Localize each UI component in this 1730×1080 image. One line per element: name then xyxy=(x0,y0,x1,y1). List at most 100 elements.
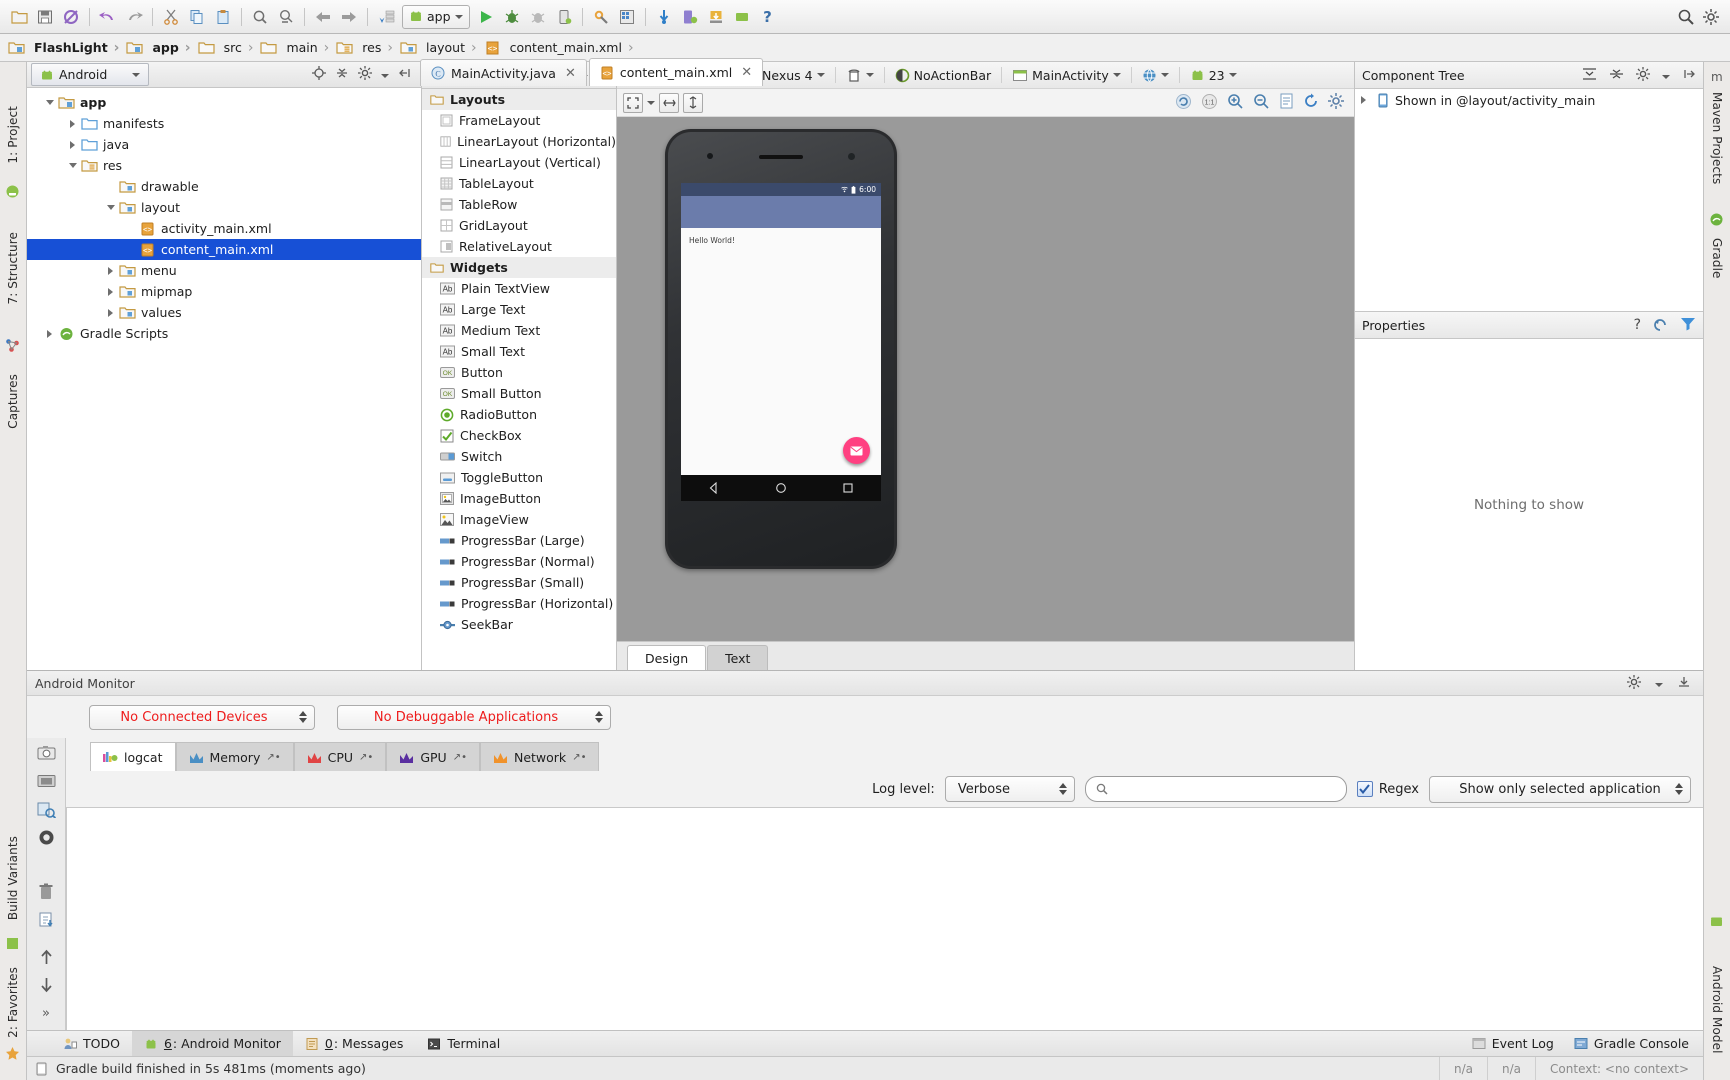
screen-record-icon[interactable] xyxy=(36,772,56,790)
attach-debugger-icon[interactable] xyxy=(525,5,551,29)
settings-gear-icon[interactable] xyxy=(1698,5,1724,29)
open-folder-icon[interactable] xyxy=(6,5,32,29)
palette-item-seekbar[interactable]: SeekBar xyxy=(422,614,616,635)
close-icon[interactable]: ✕ xyxy=(565,66,576,81)
device-screen[interactable]: 6:00 Hello World! xyxy=(681,183,881,501)
palette-item-progressbar-horizontal[interactable]: ProgressBar (Horizontal) xyxy=(422,593,616,614)
bottom-tab-messages[interactable]: 0 : Messages xyxy=(293,1031,415,1056)
search-everywhere-icon[interactable] xyxy=(1672,5,1698,29)
device-selector-combo[interactable]: No Connected Devices xyxy=(89,705,315,730)
hide-panel-icon[interactable] xyxy=(398,66,412,83)
hide-panel-icon[interactable] xyxy=(1682,67,1696,84)
fit-height-button[interactable] xyxy=(683,93,703,113)
help-button[interactable]: ? xyxy=(755,5,781,29)
tab-network[interactable]: Network ↗• xyxy=(480,742,599,771)
sidebar-item-build-variants[interactable]: Build Variants xyxy=(6,836,20,920)
forward-icon[interactable] xyxy=(336,5,362,29)
bottom-tab-terminal[interactable]: Terminal xyxy=(415,1031,512,1056)
tree-row-res[interactable]: res xyxy=(27,155,421,176)
palette-item-gridlayout[interactable]: GridLayout xyxy=(422,215,616,236)
tree-row-app[interactable]: app xyxy=(27,92,421,113)
editor-tab-content-main-xml[interactable]: <> content_main.xml ✕ xyxy=(589,58,763,86)
chevron-down-icon[interactable] xyxy=(1655,676,1663,691)
tab-design[interactable]: Design xyxy=(627,645,706,670)
tree-twisty[interactable] xyxy=(64,141,81,149)
fit-width-button[interactable] xyxy=(659,93,679,113)
design-canvas[interactable]: 6:00 Hello World! xyxy=(617,117,1354,641)
tree-row-menu[interactable]: menu xyxy=(27,260,421,281)
palette-item-small-button[interactable]: OK Small Button xyxy=(422,383,616,404)
palette-item-imageview[interactable]: ImageView xyxy=(422,509,616,530)
tree-row-activity-main-xml[interactable]: <> activity_main.xml xyxy=(27,218,421,239)
api-level-selector[interactable]: 23 xyxy=(1186,65,1241,85)
regex-checkbox[interactable] xyxy=(1357,781,1373,797)
logcat-output[interactable] xyxy=(66,807,1703,1030)
palette-item-linearlayout-vertical[interactable]: LinearLayout (Vertical) xyxy=(422,152,616,173)
tab-logcat[interactable]: logcat xyxy=(90,742,176,771)
detach-icon[interactable]: ↗• xyxy=(266,752,280,763)
scroll-up-icon[interactable] xyxy=(36,948,56,966)
sidebar-item-structure[interactable]: 7: Structure xyxy=(6,232,20,305)
compile-icon[interactable] xyxy=(373,5,399,29)
redo-icon[interactable] xyxy=(121,5,147,29)
gear-icon[interactable] xyxy=(1627,675,1641,692)
regex-checkbox-group[interactable]: Regex xyxy=(1357,781,1419,797)
bottom-tab-gradle-console[interactable]: Gradle Console xyxy=(1574,1031,1689,1056)
sidebar-item-favorites[interactable]: 2: Favorites xyxy=(6,967,20,1038)
theme-selector[interactable]: NoActionBar xyxy=(891,65,996,85)
palette-item-tablerow[interactable]: TableRow xyxy=(422,194,616,215)
palette-item-button[interactable]: OK Button xyxy=(422,362,616,383)
tree-row-values[interactable]: values xyxy=(27,302,421,323)
breadcrumb-item-main[interactable]: main › xyxy=(260,40,336,56)
tree-twisty[interactable] xyxy=(102,288,119,296)
settings-gear-icon[interactable] xyxy=(1328,93,1344,112)
tree-twisty[interactable] xyxy=(64,120,81,128)
refresh-icon[interactable] xyxy=(1303,93,1319,112)
cut-icon[interactable] xyxy=(158,5,184,29)
tab-gpu[interactable]: GPU ↗• xyxy=(386,742,480,771)
tree-twisty[interactable] xyxy=(41,100,58,105)
palette-item-togglebutton[interactable]: ToggleButton xyxy=(422,467,616,488)
palette-item-imagebutton[interactable]: ImageButton xyxy=(422,488,616,509)
palette-item-tablelayout[interactable]: TableLayout xyxy=(422,173,616,194)
logcat-search-input[interactable] xyxy=(1085,776,1347,802)
sync-icon[interactable] xyxy=(58,5,84,29)
palette-item-progressbar-normal[interactable]: ProgressBar (Normal) xyxy=(422,551,616,572)
palette-item-medium-text[interactable]: Ab Medium Text xyxy=(422,320,616,341)
detach-icon[interactable]: ↗• xyxy=(572,752,586,763)
scroll-from-source-icon[interactable] xyxy=(312,66,326,83)
breadcrumb-item-file[interactable]: <> content_main.xml › xyxy=(484,40,641,56)
layout-inspector-icon[interactable] xyxy=(36,800,56,818)
sidebar-item-maven-projects[interactable]: Maven Projects xyxy=(1710,92,1724,184)
sdk-manager-icon[interactable] xyxy=(588,5,614,29)
avd-grid-icon[interactable] xyxy=(614,5,640,29)
log-scope-select[interactable]: Show only selected application xyxy=(1429,776,1691,803)
bottom-tab-android-monitor[interactable]: 6 : Android Monitor xyxy=(132,1031,293,1056)
component-tree-body[interactable]: Shown in @layout/activity_main xyxy=(1355,89,1703,312)
component-tree-root-row[interactable]: Shown in @layout/activity_main xyxy=(1355,89,1703,111)
more-icon[interactable]: » xyxy=(36,1004,56,1022)
tree-twisty[interactable] xyxy=(64,163,81,168)
android-device-icon[interactable] xyxy=(729,5,755,29)
zoom-to-fit-button[interactable] xyxy=(623,93,643,113)
replace-icon[interactable] xyxy=(273,5,299,29)
save-all-icon[interactable] xyxy=(32,5,58,29)
project-view-selector[interactable]: Android xyxy=(31,63,149,86)
tree-twisty[interactable] xyxy=(102,205,119,210)
refresh-render-icon[interactable] xyxy=(1175,93,1192,113)
more-icon[interactable]: m xyxy=(1711,70,1723,84)
hide-panel-icon[interactable] xyxy=(1677,675,1691,692)
find-icon[interactable] xyxy=(247,5,273,29)
tree-twisty[interactable] xyxy=(41,330,58,338)
sidebar-item-android-model[interactable]: Android Model xyxy=(1710,966,1724,1054)
update-icon[interactable] xyxy=(651,5,677,29)
project-tree[interactable]: app manifests java xyxy=(27,88,421,670)
chevron-down-icon[interactable] xyxy=(381,67,389,82)
palette-item-plain-textview[interactable]: Ab Plain TextView xyxy=(422,278,616,299)
tab-cpu[interactable]: CPU ↗• xyxy=(294,742,387,771)
tab-memory[interactable]: Memory ↗• xyxy=(176,742,294,771)
device-sync-icon[interactable] xyxy=(677,5,703,29)
bottom-tab-todo[interactable]: TODO xyxy=(51,1031,132,1056)
tree-row-manifests[interactable]: manifests xyxy=(27,113,421,134)
zoom-actual-size-icon[interactable]: 1:1 xyxy=(1201,93,1218,113)
